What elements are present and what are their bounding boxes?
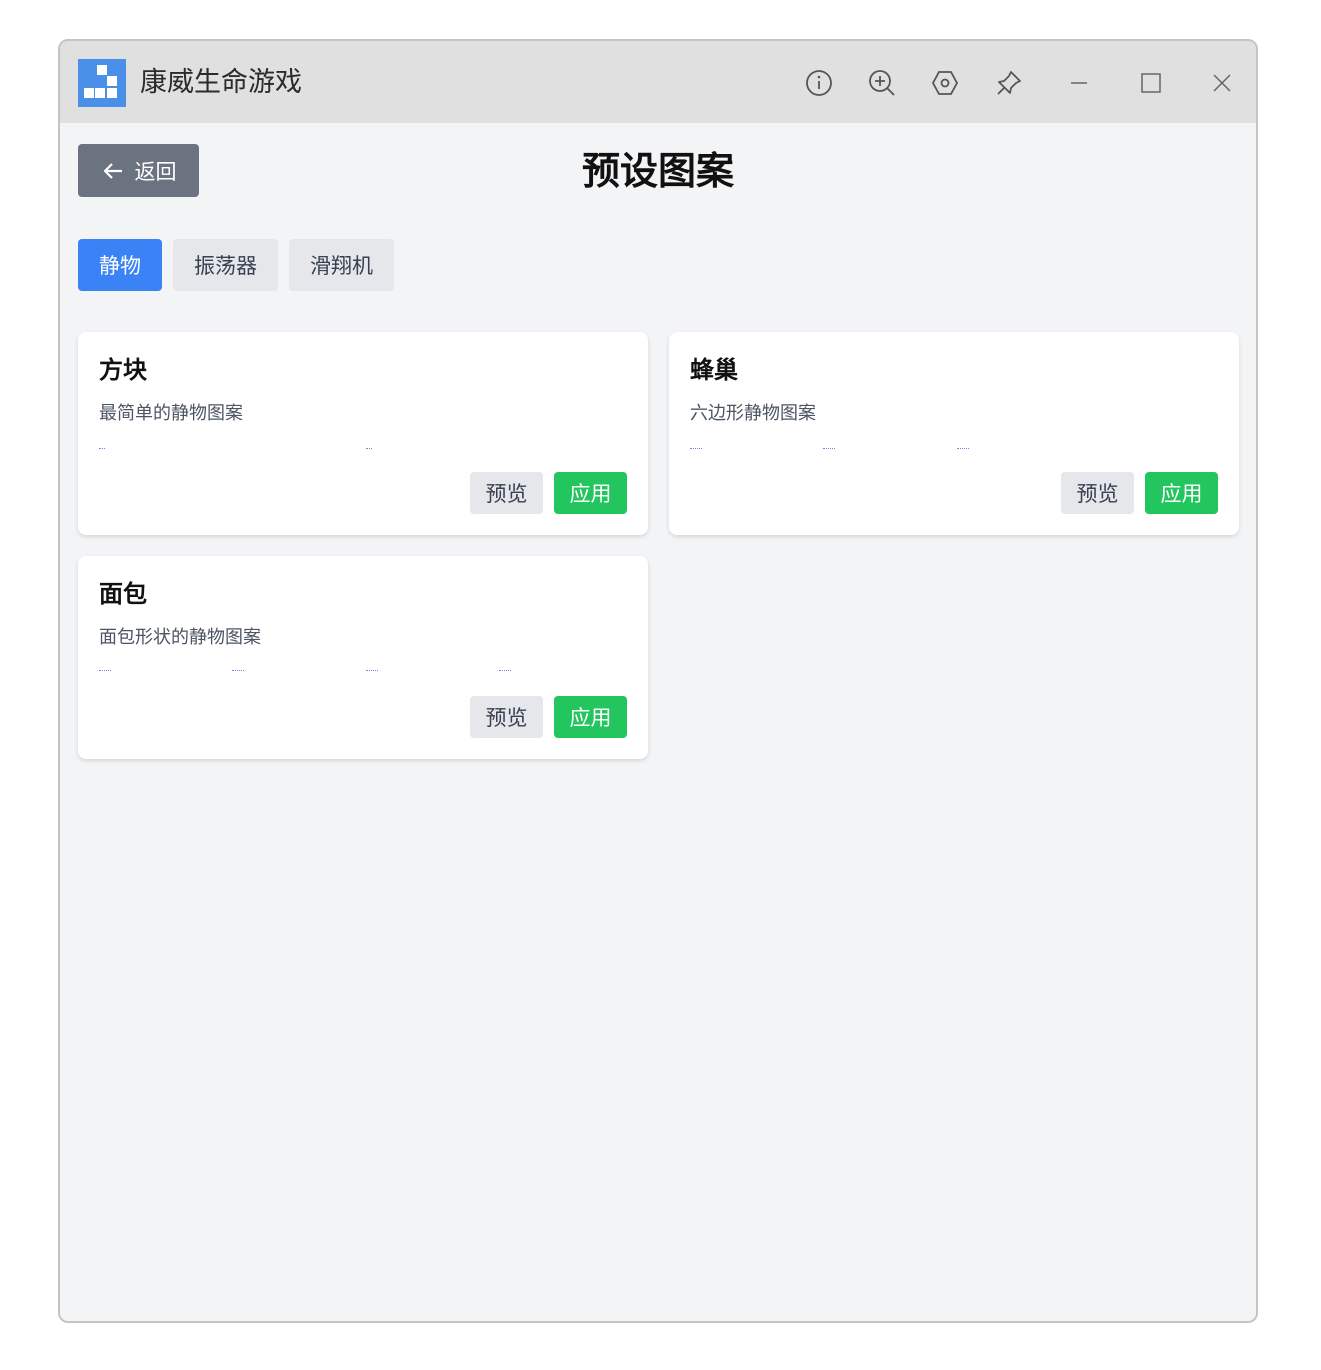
card-actions: 预览 应用 xyxy=(1061,472,1218,514)
title-bar[interactable]: 康威生命游戏 xyxy=(60,41,1256,123)
tab-gliders[interactable]: 滑翔机 xyxy=(289,239,394,291)
zoom-in-icon xyxy=(869,70,895,96)
pattern-description: 面包形状的静物图案 xyxy=(99,627,261,648)
page-title: 预设图案 xyxy=(581,149,734,193)
settings-icon xyxy=(931,71,959,95)
pattern-card-loaf: 面包 面包形状的静物图案 预览 应用 xyxy=(78,556,648,759)
main-content: 返回 预设图案 静物 振荡器 滑翔机 方块 最简单的静物图案 预览 应用 蜂巢 … xyxy=(60,123,1256,1321)
app-window: 康威生命游戏 返回 预设图案 静物 振荡器 滑翔机 方块 最简单的静物图案 预览… xyxy=(58,39,1258,1323)
pattern-preview xyxy=(99,448,627,452)
tab-oscillators[interactable]: 振荡器 xyxy=(173,239,278,291)
card-actions: 预览 应用 xyxy=(470,696,627,738)
pattern-description: 六边形静物图案 xyxy=(690,403,816,424)
maximize-icon xyxy=(1141,73,1161,93)
pattern-description: 最简单的静物图案 xyxy=(99,403,243,424)
pattern-card-beehive: 蜂巢 六边形静物图案 预览 应用 xyxy=(669,332,1239,535)
pattern-preview xyxy=(99,670,627,674)
apply-button[interactable]: 应用 xyxy=(1145,472,1218,514)
close-button[interactable] xyxy=(1205,66,1239,100)
pattern-preview xyxy=(690,448,1218,452)
pattern-name: 方块 xyxy=(99,356,147,384)
pattern-name: 面包 xyxy=(99,580,147,608)
minimize-button[interactable] xyxy=(1062,66,1096,100)
close-icon xyxy=(1213,74,1231,92)
pattern-name: 蜂巢 xyxy=(690,356,738,384)
app-logo-icon xyxy=(78,59,126,107)
app-title: 康威生命游戏 xyxy=(140,67,302,98)
preview-button[interactable]: 预览 xyxy=(470,472,543,514)
zoom-in-button[interactable] xyxy=(865,66,899,100)
info-button[interactable] xyxy=(802,66,836,100)
maximize-button[interactable] xyxy=(1134,66,1168,100)
info-icon xyxy=(806,70,832,96)
category-tabs: 静物 振荡器 滑翔机 xyxy=(78,239,394,291)
minimize-icon xyxy=(1071,82,1087,84)
apply-button[interactable]: 应用 xyxy=(554,696,627,738)
tab-still-life[interactable]: 静物 xyxy=(78,239,162,291)
apply-button[interactable]: 应用 xyxy=(554,472,627,514)
pin-icon xyxy=(997,71,1021,95)
preview-button[interactable]: 预览 xyxy=(470,696,543,738)
preview-button[interactable]: 预览 xyxy=(1061,472,1134,514)
settings-button[interactable] xyxy=(928,66,962,100)
pattern-card-block: 方块 最简单的静物图案 预览 应用 xyxy=(78,332,648,535)
card-actions: 预览 应用 xyxy=(470,472,627,514)
pin-button[interactable] xyxy=(992,66,1026,100)
